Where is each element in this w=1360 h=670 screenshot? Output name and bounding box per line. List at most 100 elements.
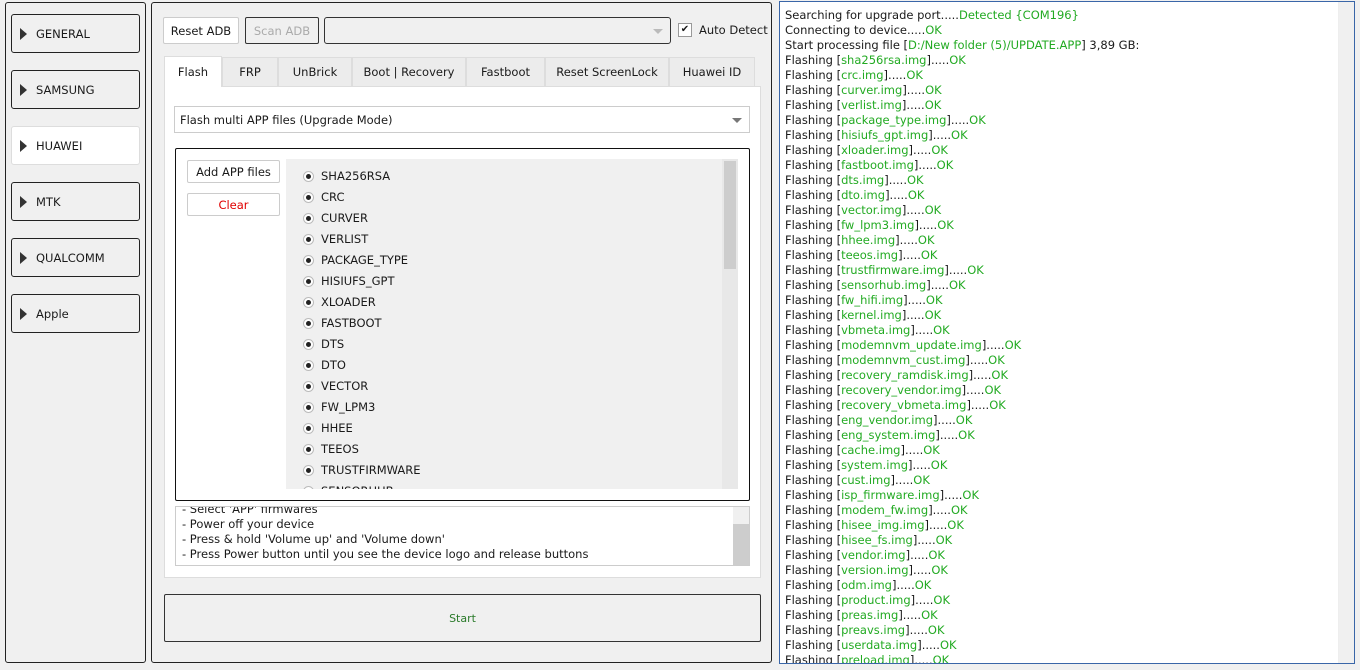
- partition-label: TRUSTFIRMWARE: [321, 463, 421, 477]
- partition-item[interactable]: PACKAGE_TYPE: [303, 251, 408, 269]
- log-status: OK: [931, 143, 948, 157]
- port-dropdown[interactable]: [324, 17, 671, 44]
- log-mid: ].....: [903, 293, 926, 307]
- partition-label: CURVER: [321, 211, 368, 225]
- log-mid: ].....: [928, 503, 951, 517]
- log-file: preavs.img: [841, 623, 906, 637]
- partition-item[interactable]: CRC: [303, 188, 344, 206]
- sidebar-item-apple[interactable]: Apple: [11, 294, 140, 333]
- partition-item[interactable]: VERLIST: [303, 230, 368, 248]
- log-status: OK: [988, 353, 1005, 367]
- log-file: vbmeta.img: [841, 323, 911, 337]
- sidebar-item-qualcomm[interactable]: QUALCOMM: [11, 238, 140, 277]
- instructions-scrollbar[interactable]: [733, 507, 749, 565]
- log-segment: D:/New folder (5)/UPDATE.APP: [908, 38, 1082, 52]
- partition-item[interactable]: FASTBOOT: [303, 314, 382, 332]
- log-file: crc.img: [841, 68, 884, 82]
- log-mid: ].....: [910, 323, 934, 337]
- partition-label: HHEE: [321, 421, 353, 435]
- log-segment: Connecting to device.....: [785, 23, 926, 37]
- log-prefix: Flashing [: [785, 173, 842, 187]
- add-app-files-button[interactable]: Add APP files: [187, 160, 280, 183]
- partition-label: FASTBOOT: [321, 316, 382, 330]
- log-prefix: Flashing [: [785, 413, 842, 427]
- radio-icon: [303, 443, 314, 455]
- partition-item[interactable]: TEEOS: [303, 440, 359, 458]
- log-mid: ].....: [912, 533, 936, 547]
- sidebar-item-mtk[interactable]: MTK: [11, 182, 140, 221]
- log-status: OK: [921, 608, 938, 622]
- log-status: OK: [925, 293, 943, 307]
- partition-item[interactable]: CURVER: [303, 209, 368, 227]
- sidebar-item-label: Apple: [36, 306, 69, 321]
- radio-icon: [303, 464, 314, 476]
- log-file: preload.img: [841, 653, 910, 664]
- sidebar-item-huawei[interactable]: HUAWEI: [11, 126, 140, 165]
- log-file: sensorhub.img: [841, 278, 927, 292]
- log-file: dto.img: [841, 188, 886, 202]
- partition-list[interactable]: SHA256RSA CRC CURVER VERLIST PACKAGE_TYPE HIS…: [286, 159, 738, 489]
- log-mid: ].....: [908, 563, 932, 577]
- log-mid: ].....: [935, 428, 959, 442]
- log-mid: ].....: [917, 638, 940, 652]
- log-prefix: Flashing [: [785, 98, 842, 112]
- check-icon: ✔: [680, 24, 690, 35]
- partition-item[interactable]: VECTOR: [303, 377, 368, 395]
- sidebar-item-label: QUALCOMM: [36, 250, 105, 265]
- tab-unbrick[interactable]: UnBrick: [278, 57, 352, 86]
- tab-fastboot[interactable]: Fastboot: [466, 57, 545, 86]
- partition-item[interactable]: DTO: [303, 356, 346, 374]
- partition-item[interactable]: SHA256RSA: [303, 167, 390, 185]
- log-file: verlist.img: [841, 98, 902, 112]
- log-segment: Detected {COM196}: [958, 8, 1079, 22]
- partition-label: DTO: [321, 358, 346, 372]
- tab-frp[interactable]: FRP: [222, 57, 278, 86]
- auto-detect-checkbox[interactable]: ✔: [678, 23, 692, 37]
- tab-huawei-id[interactable]: Huawei ID: [669, 57, 755, 86]
- log-status: OK: [924, 203, 942, 217]
- partition-list-scrollbar[interactable]: [722, 159, 738, 489]
- log-line: Flashing [cust.img].....OK: [785, 473, 1354, 488]
- scan-adb-button[interactable]: Scan ADB: [245, 17, 319, 44]
- log-file: vendor.img: [841, 548, 906, 562]
- log-prefix: Flashing [: [785, 608, 842, 622]
- partition-item[interactable]: FW_LPM3: [303, 398, 375, 416]
- log-file: fastboot.img: [841, 158, 914, 172]
- sidebar-item-general[interactable]: GENERAL: [11, 14, 140, 53]
- start-button[interactable]: Start: [164, 594, 761, 642]
- partition-item[interactable]: XLOADER: [303, 293, 376, 311]
- log-scrollbar[interactable]: [1338, 2, 1354, 663]
- log-line: Flashing [kernel.img].....OK: [785, 308, 1354, 323]
- log-segment: Start processing file [: [785, 38, 909, 52]
- log-prefix: Flashing [: [785, 353, 842, 367]
- mode-select[interactable]: Flash multi APP files (Upgrade Mode): [174, 106, 750, 133]
- log-file: userdata.img: [841, 638, 918, 652]
- log-prefix: Flashing [: [785, 143, 842, 157]
- partition-item[interactable]: TRUSTFIRMWARE: [303, 461, 421, 479]
- partition-item[interactable]: HISIUFS_GPT: [303, 272, 394, 290]
- tab-boot-recovery[interactable]: Boot | Recovery: [352, 57, 466, 86]
- partition-item[interactable]: DTS: [303, 335, 344, 353]
- log-status: OK: [924, 98, 942, 112]
- sidebar-item-label: HUAWEI: [36, 138, 83, 153]
- log-mid: ].....: [926, 278, 949, 292]
- sidebar-item-samsung[interactable]: SAMSUNG: [11, 70, 140, 109]
- log-prefix: Flashing [: [785, 278, 842, 292]
- log-prefix: Flashing [: [785, 188, 842, 202]
- partition-item[interactable]: SENSORHUB: [303, 482, 393, 489]
- log-prefix: Flashing [: [785, 293, 842, 307]
- log-status: OK: [951, 128, 968, 142]
- partition-item[interactable]: HHEE: [303, 419, 353, 437]
- reset-adb-button[interactable]: Reset ADB: [163, 17, 239, 44]
- log-line: Flashing [fastboot.img].....OK: [785, 158, 1354, 173]
- log-status: OK: [935, 533, 953, 547]
- log-line: Flashing [crc.img].....OK: [785, 68, 1354, 83]
- clear-button[interactable]: Clear: [187, 193, 280, 216]
- log-status: OK: [969, 113, 986, 127]
- tab-flash[interactable]: Flash: [164, 56, 222, 87]
- log-file: recovery_vbmeta.img: [841, 398, 967, 412]
- tab-reset-screenlock[interactable]: Reset ScreenLock: [545, 57, 669, 86]
- log-line: Flashing [trustfirmware.img].....OK: [785, 263, 1354, 278]
- expand-arrow-icon: [20, 195, 27, 208]
- log-prefix: Flashing [: [785, 473, 842, 487]
